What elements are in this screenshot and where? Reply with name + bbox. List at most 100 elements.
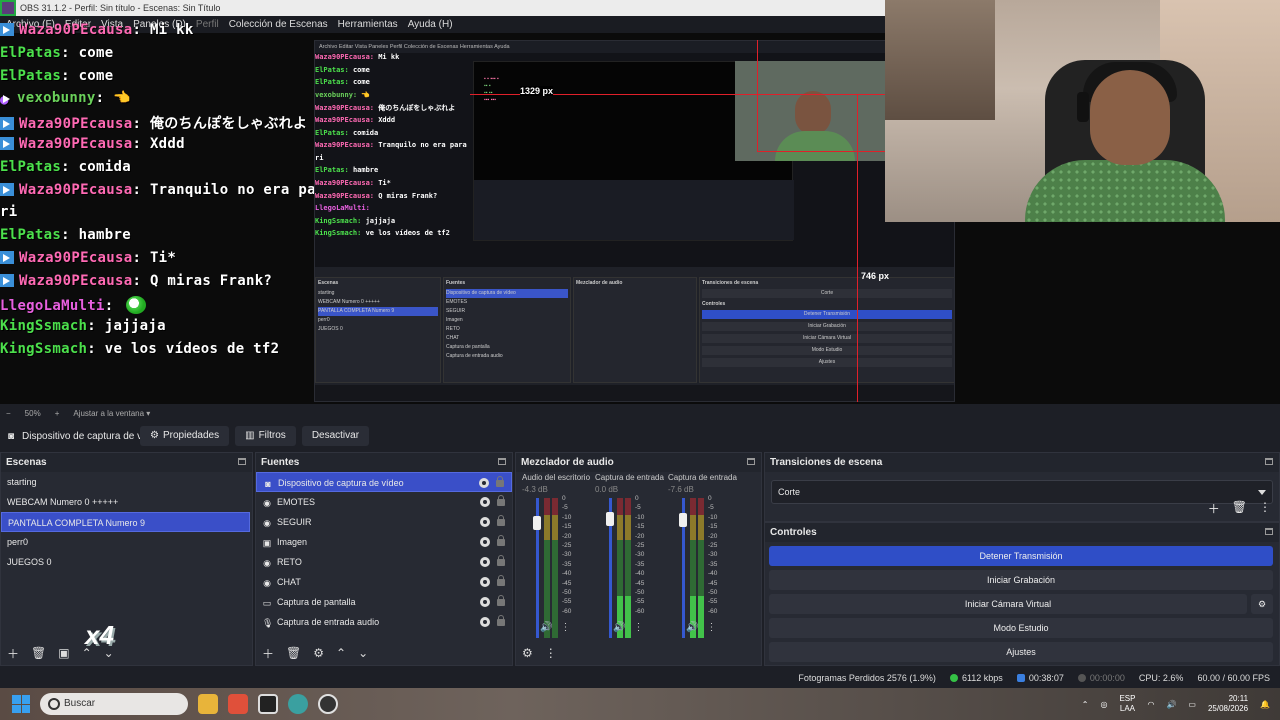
source-item[interactable]: ◙ Dispositivo de captura de vídeo — [256, 472, 512, 492]
preview-canvas[interactable]: OBS 31.1.2 - Perfil: Sin título - Escena… — [0, 0, 1280, 404]
visibility-eye-icon[interactable] — [480, 537, 490, 547]
steam-icon[interactable] — [258, 694, 278, 714]
undock-icon[interactable] — [238, 458, 246, 465]
zoom-out-button[interactable]: − — [6, 409, 11, 418]
visibility-eye-icon[interactable] — [480, 577, 490, 587]
notification-icon[interactable]: 🔔 — [1260, 700, 1270, 709]
visibility-eye-icon[interactable] — [480, 517, 490, 527]
mixer-menu-icon[interactable]: ⋮ — [545, 646, 557, 660]
language-indicator[interactable]: ESP LAA — [1119, 694, 1135, 714]
transition-select[interactable]: Corte — [771, 480, 1273, 504]
mixer-dock: Mezclador de audio Audio del escritorio -… — [515, 452, 762, 666]
clock[interactable]: 20:11 25/08/2026 — [1208, 694, 1248, 714]
volume-icon[interactable]: 🔊 — [1166, 700, 1176, 709]
scene-filters-icon[interactable]: ▣ — [58, 646, 69, 660]
file-explorer-icon[interactable] — [198, 694, 218, 714]
remove-source-icon[interactable]: 🗑 — [286, 646, 301, 660]
stop-streaming-button[interactable]: Detener Transmisión — [769, 546, 1273, 566]
fader-handle[interactable] — [606, 512, 614, 526]
db-tick: -50 — [562, 589, 572, 597]
mute-speaker-icon[interactable]: 🔊 — [686, 622, 698, 633]
studio-mode-button[interactable]: Modo Estudio — [769, 618, 1273, 638]
move-down-icon[interactable]: ⌄ — [358, 646, 368, 660]
start-recording-button[interactable]: Iniciar Grabación — [769, 570, 1273, 590]
scene-item[interactable]: perr0 — [1, 532, 250, 552]
undock-icon[interactable] — [747, 458, 755, 465]
mute-speaker-icon[interactable]: 🔊 — [613, 622, 625, 633]
mixer-channel: Audio del escritorio -4.3 dB 0 -5 -10 -15 -20 -… — [518, 472, 592, 642]
source-item[interactable]: 🎙 Captura de entrada audio — [256, 612, 512, 632]
wifi-icon[interactable]: ◠ — [1147, 700, 1154, 709]
fader-handle[interactable] — [679, 512, 687, 527]
app-icon[interactable] — [288, 694, 308, 714]
lock-icon[interactable] — [497, 535, 505, 546]
visibility-eye-icon[interactable] — [480, 597, 490, 607]
add-source-icon[interactable]: ＋ — [262, 645, 274, 662]
source-item[interactable]: ◉ SEGUIR — [256, 512, 512, 532]
globe-icon: ◉ — [263, 558, 271, 568]
battery-icon[interactable]: ▭ — [1188, 700, 1196, 709]
source-item[interactable]: ◉ EMOTES — [256, 492, 512, 512]
channel-menu-icon[interactable]: ⋮ — [560, 622, 570, 633]
undock-icon[interactable] — [1265, 458, 1273, 465]
remove-scene-icon[interactable]: 🗑 — [31, 646, 46, 660]
chat-text: comida — [78, 158, 131, 175]
lock-icon[interactable] — [497, 575, 505, 586]
transition-menu-icon[interactable]: ⋮ — [1259, 500, 1271, 517]
menu-tools[interactable]: Herramientas — [338, 16, 398, 33]
source-item[interactable]: ◉ RETO — [256, 552, 512, 572]
channel-menu-icon[interactable]: ⋮ — [633, 622, 643, 633]
scene-item[interactable]: PANTALLA COMPLETA Numero 9 — [1, 512, 250, 532]
virtual-camera-settings-icon[interactable]: ⚙ — [1251, 594, 1273, 614]
start-virtual-camera-button[interactable]: Iniciar Cámara Virtual — [769, 594, 1247, 614]
undock-icon[interactable] — [1265, 528, 1273, 535]
network-tray-icon[interactable]: ◎ — [1100, 700, 1107, 709]
zoom-in-button[interactable]: + — [55, 409, 60, 418]
brave-browser-icon[interactable] — [228, 694, 248, 714]
remove-transition-icon[interactable]: 🗑 — [1232, 500, 1247, 517]
channel-menu-icon[interactable]: ⋮ — [706, 622, 716, 633]
properties-button[interactable]: ⚙ Propiedades — [140, 426, 230, 446]
source-properties-icon[interactable]: ⚙ — [313, 646, 324, 660]
undock-icon[interactable] — [498, 458, 506, 465]
lock-icon[interactable] — [496, 476, 504, 487]
add-scene-icon[interactable]: ＋ — [7, 645, 19, 662]
lock-icon[interactable] — [497, 595, 505, 606]
start-button[interactable] — [12, 695, 30, 713]
visibility-eye-icon[interactable] — [480, 497, 490, 507]
lock-icon[interactable] — [497, 515, 505, 526]
scene-item[interactable]: WEBCAM Numero 0 +++++ — [1, 492, 250, 512]
visibility-eye-icon[interactable] — [480, 557, 490, 567]
nested-chat-message: KingSsmach: ve los vídeos de tf2 — [315, 229, 450, 238]
fit-window-dropdown[interactable]: Ajustar a la ventana ▾ — [73, 409, 150, 418]
source-label: EMOTES — [277, 497, 316, 507]
source-item[interactable]: ◉ CHAT — [256, 572, 512, 592]
scene-item[interactable]: starting — [1, 472, 250, 492]
db-tick: -50 — [635, 589, 645, 597]
status-bar: Fotogramas Perdidos 2576 (1.9%) 6112 kbp… — [0, 668, 1280, 688]
obs-taskbar-icon[interactable] — [318, 694, 338, 714]
add-transition-icon[interactable]: ＋ — [1208, 500, 1220, 517]
mute-speaker-icon[interactable]: 🔊 — [540, 622, 552, 633]
settings-button[interactable]: Ajustes — [769, 642, 1273, 662]
move-up-icon[interactable]: ⌃ — [336, 646, 346, 660]
stream-icon — [1016, 674, 1025, 682]
lock-icon[interactable] — [497, 615, 505, 626]
channel-volume-db: -7.6 dB — [668, 485, 694, 494]
visibility-eye-icon[interactable] — [480, 617, 490, 627]
taskbar-search[interactable]: Buscar — [40, 693, 188, 715]
advanced-audio-icon[interactable]: ⚙ — [522, 646, 533, 660]
menu-help[interactable]: Ayuda (H) — [408, 16, 453, 33]
fader-handle[interactable] — [533, 515, 541, 530]
source-item[interactable]: ▣ Imagen — [256, 532, 512, 552]
source-item[interactable]: ▭ Captura de pantalla — [256, 592, 512, 612]
filters-button[interactable]: ▥ Filtros — [235, 426, 296, 446]
deactivate-button[interactable]: Desactivar — [301, 426, 370, 446]
tray-chevron-icon[interactable]: ⌃ — [1082, 700, 1089, 709]
lock-icon[interactable] — [497, 495, 505, 506]
move-down-icon[interactable]: ⌄ — [104, 646, 114, 660]
scene-item[interactable]: JUEGOS 0 — [1, 552, 250, 572]
lock-icon[interactable] — [497, 555, 505, 566]
visibility-eye-icon[interactable] — [479, 478, 489, 488]
move-up-icon[interactable]: ⌃ — [82, 646, 92, 660]
